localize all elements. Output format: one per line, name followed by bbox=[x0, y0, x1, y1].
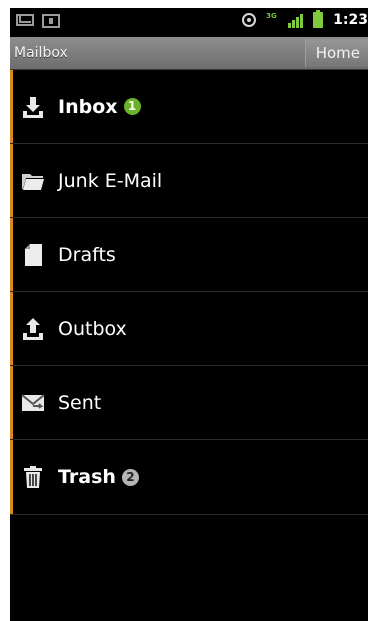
folder-item-inbox[interactable]: Inbox 1 bbox=[10, 70, 368, 144]
data-indicator: 3G bbox=[266, 12, 277, 20]
unread-count-badge: 2 bbox=[121, 468, 139, 486]
battery-icon bbox=[313, 10, 324, 28]
folder-label: Drafts bbox=[58, 243, 116, 266]
folder-item-sent[interactable]: Sent bbox=[10, 366, 368, 440]
unread-accent-bar bbox=[10, 144, 13, 217]
trash-icon bbox=[21, 465, 45, 489]
folder-label: Junk E-Mail bbox=[58, 169, 163, 192]
unread-accent-bar bbox=[10, 70, 13, 143]
status-time: 1:23 bbox=[333, 12, 368, 28]
data-activity-icon: 3G bbox=[266, 13, 278, 27]
mail-notification-icon[interactable] bbox=[16, 14, 34, 26]
unread-count-badge: 1 bbox=[123, 98, 141, 115]
home-button[interactable]: Home bbox=[304, 39, 368, 67]
folder-icon bbox=[21, 169, 45, 193]
signal-strength-icon bbox=[288, 12, 304, 28]
folder-item-outbox[interactable]: Outbox bbox=[10, 292, 368, 366]
unread-accent-bar bbox=[10, 218, 13, 291]
unread-accent-bar bbox=[10, 366, 13, 439]
unread-accent-bar bbox=[10, 292, 13, 365]
upload-icon bbox=[21, 317, 45, 341]
gps-icon bbox=[242, 13, 257, 27]
page-title: Mailbox bbox=[14, 45, 68, 61]
sent-mail-icon bbox=[21, 391, 45, 415]
inbox-download-icon bbox=[21, 95, 45, 119]
folder-label: Outbox bbox=[58, 317, 127, 340]
document-icon bbox=[21, 243, 45, 267]
folder-item-drafts[interactable]: Drafts bbox=[10, 218, 368, 292]
status-bar: 3G 1:23 bbox=[10, 8, 368, 37]
folder-item-trash[interactable]: Trash 2 bbox=[10, 440, 368, 515]
folder-label: Trash bbox=[58, 466, 116, 488]
folder-label: Inbox bbox=[58, 95, 118, 118]
title-bar: Mailbox Home bbox=[10, 37, 368, 70]
folder-label: Sent bbox=[58, 391, 102, 414]
folder-item-junk-email[interactable]: Junk E-Mail bbox=[10, 144, 368, 218]
unread-accent-bar bbox=[10, 440, 13, 514]
phone-screen: 3G 1:23 Mailbox Home Inbox 1 Junk E-Mail… bbox=[10, 8, 368, 621]
notification-icon[interactable] bbox=[42, 14, 60, 28]
folder-list: Inbox 1 Junk E-Mail Drafts Outbox Sent T… bbox=[10, 70, 368, 515]
